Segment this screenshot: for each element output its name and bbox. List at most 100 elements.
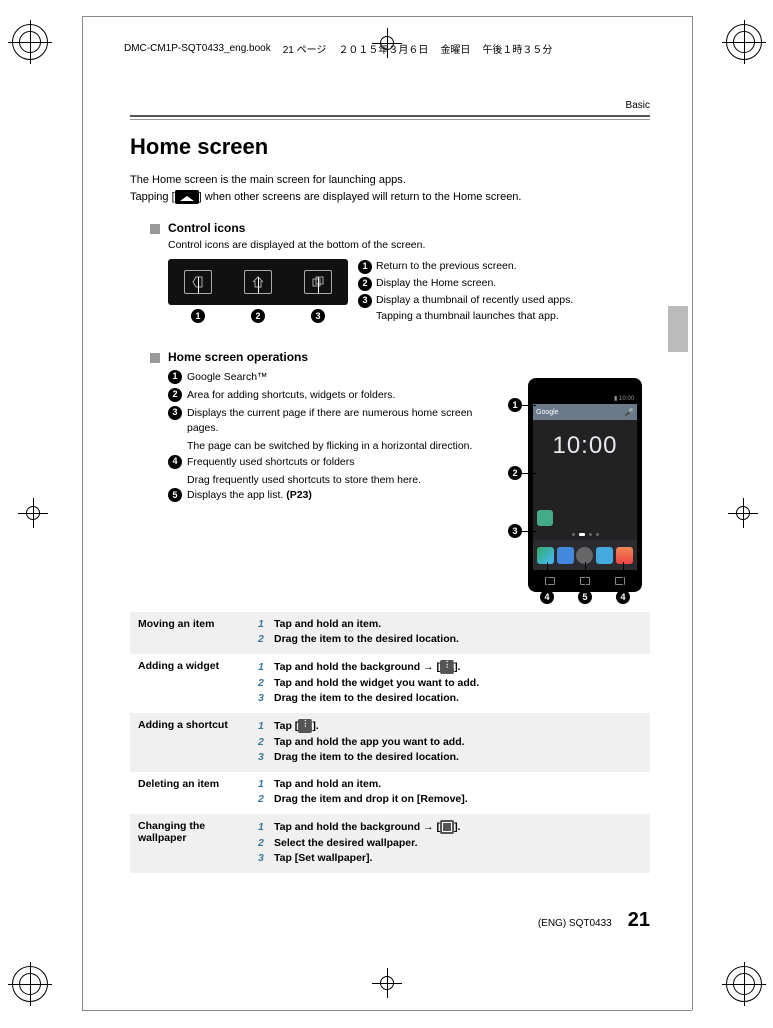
nav-bar-illustration: 1 2 3 <box>168 259 348 305</box>
callout-line <box>623 562 624 590</box>
table-row: Deleting an item1Tap and hold an item.2D… <box>130 772 650 814</box>
home-ops-heading: Home screen operations <box>168 350 308 364</box>
phone-illustration: ▮ 10:00 Google🎤 10:00 <box>500 370 650 592</box>
intro-line-1: The Home screen is the main screen for l… <box>130 172 650 189</box>
ops-item-4-sub: Drag frequently used shortcuts to store … <box>187 473 488 489</box>
table-row: Adding a shortcut1Tap [].2Tap and hold t… <box>130 713 650 772</box>
callout-1: 1 <box>358 260 372 274</box>
registration-cross <box>18 498 48 528</box>
ops-item-1: Google Search™ <box>187 370 268 386</box>
step: 2Tap and hold the widget you want to add… <box>258 677 642 689</box>
row-label: Adding a shortcut <box>130 713 250 772</box>
row-steps: 1Tap and hold the background → []. 2Tap a… <box>250 654 650 713</box>
callout-2: 2 <box>251 309 265 323</box>
recents-button-icon <box>304 270 332 294</box>
phone-shortcut <box>537 510 553 526</box>
page-title: Home screen <box>130 134 650 160</box>
step: 2Select the desired wallpaper. <box>258 837 642 849</box>
print-header: DMC-CM1P-SQT0433_eng.book 21 ページ ２０１５年３月… <box>84 38 690 58</box>
ops-item-5: Displays the app list. <box>187 489 283 501</box>
dock-icon <box>557 547 574 564</box>
step: 2Drag the item to the desired location. <box>258 633 642 645</box>
control-desc-3b: Tapping a thumbnail launches that app. <box>376 309 559 325</box>
phone-search-bar: Google🎤 <box>533 404 637 420</box>
apps-grid-icon <box>298 719 312 733</box>
ops-item-3: Displays the current page if there are n… <box>187 406 488 438</box>
control-desc-3: Display a thumbnail of recently used app… <box>376 293 573 309</box>
intro-text: The Home screen is the main screen for l… <box>130 172 650 205</box>
control-icons-section: Control icons Control icons are displaye… <box>150 221 650 326</box>
callout-2: 2 <box>168 388 182 402</box>
registration-mark <box>12 966 48 1002</box>
control-icons-desc: Control icons are displayed at the botto… <box>168 239 650 251</box>
operations-table: Moving an item1Tap and hold an item.2Dra… <box>130 612 650 873</box>
ops-item-2: Area for adding shortcuts, widgets or fo… <box>187 388 395 404</box>
step: 3Tap [Set wallpaper]. <box>258 852 642 864</box>
crop-line <box>82 16 692 17</box>
control-desc-2: Display the Home screen. <box>376 276 496 292</box>
step: 2Tap and hold the app you want to add. <box>258 736 642 748</box>
wallpaper-icon <box>440 820 454 834</box>
row-steps: 1Tap and hold an item. 2Drag the item and… <box>250 772 650 814</box>
row-steps: 1Tap [].2Tap and hold the app you want t… <box>250 713 650 772</box>
header-page-info: 21 ページ <box>283 41 327 56</box>
control-icons-heading: Control icons <box>168 221 245 235</box>
phone-callout-4: 4 <box>540 590 554 604</box>
registration-mark <box>12 24 48 60</box>
dock-icon <box>616 547 633 564</box>
phone-callout-1: 1 <box>508 398 522 412</box>
row-label: Changing the wallpaper <box>130 814 250 873</box>
section-label: Basic <box>130 100 650 115</box>
header-date: ２０１５年３月６日 <box>338 41 428 56</box>
ops-item-5-ref: (P23) <box>286 489 312 501</box>
divider <box>130 115 650 117</box>
app-drawer-icon <box>576 547 593 564</box>
ops-item-3-sub: The page can be switched by flicking in … <box>187 439 488 455</box>
phone-callout-5: 5 <box>578 590 592 604</box>
page-footer: (ENG) SQT0433 21 <box>130 909 650 932</box>
step: 1Tap and hold the background → []. <box>258 820 642 834</box>
registration-mark <box>726 24 762 60</box>
step: 1Tap and hold an item. <box>258 778 642 790</box>
home-button-icon <box>244 270 272 294</box>
registration-cross <box>728 498 758 528</box>
control-icons-list: 1Return to the previous screen. 2Display… <box>358 259 573 326</box>
home-icon <box>175 190 199 204</box>
phone-callout-2: 2 <box>508 466 522 480</box>
header-filename: DMC-CM1P-SQT0433_eng.book <box>124 43 271 54</box>
callout-1: 1 <box>191 309 205 323</box>
callout-3: 3 <box>358 294 372 308</box>
step: 1Tap and hold an item. <box>258 618 642 630</box>
header-time: 午後１時３５分 <box>482 41 552 56</box>
callout-3: 3 <box>311 309 325 323</box>
control-desc-1: Return to the previous screen. <box>376 259 517 275</box>
callout-line <box>547 562 548 590</box>
header-weekday: 金曜日 <box>440 41 470 56</box>
home-ops-section: Home screen operations 1 Google Search™ 2… <box>150 350 650 592</box>
home-ops-list: 1 Google Search™ 2 Area for adding shortcu… <box>168 370 488 506</box>
back-button-icon <box>184 270 212 294</box>
table-row: Adding a widget1Tap and hold the backgro… <box>130 654 650 713</box>
row-steps: 1Tap and hold the background → []. 2Selec… <box>250 814 650 873</box>
doc-code: (ENG) SQT0433 <box>538 918 612 929</box>
dock-icon <box>596 547 613 564</box>
page-number: 21 <box>628 909 650 932</box>
crop-line <box>692 16 693 1010</box>
divider <box>130 119 650 120</box>
callout-3: 3 <box>168 406 182 420</box>
phone-callout-4b: 4 <box>616 590 630 604</box>
row-steps: 1Tap and hold an item. 2Drag the item to … <box>250 612 650 654</box>
table-row: Changing the wallpaper1Tap and hold the … <box>130 814 650 873</box>
step: 2Drag the item and drop it on [Remove]. <box>258 793 642 805</box>
bullet-icon <box>150 224 160 234</box>
crop-line <box>82 1010 692 1011</box>
crop-line <box>82 16 83 1010</box>
callout-1: 1 <box>168 370 182 384</box>
phone-callout-3: 3 <box>508 524 522 538</box>
table-row: Moving an item1Tap and hold an item.2Dra… <box>130 612 650 654</box>
dock-icon <box>537 547 554 564</box>
step: 1Tap and hold the background → []. <box>258 660 642 674</box>
intro-line-2: Tapping [] when other screens are displa… <box>130 189 650 206</box>
phone-clock: 10:00 <box>533 420 637 460</box>
apps-grid-icon <box>440 660 454 674</box>
